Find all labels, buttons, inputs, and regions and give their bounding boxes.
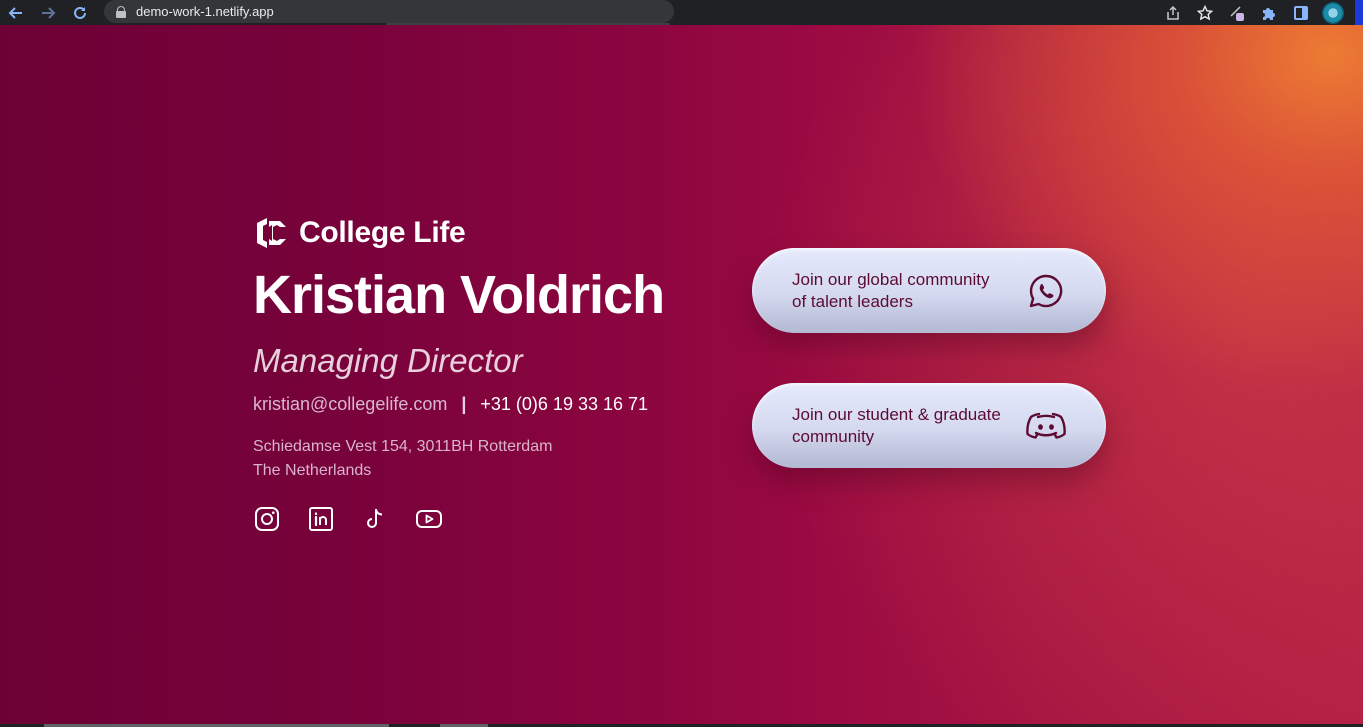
separator: | xyxy=(461,393,467,414)
discord-community-button[interactable]: Join our student & graduate community xyxy=(752,383,1106,468)
linkedin-icon[interactable] xyxy=(307,505,335,533)
contact-row: kristian@collegelife.com | +31 (0)6 19 3… xyxy=(253,391,713,417)
job-title: Managing Director xyxy=(253,342,523,379)
forward-arrow-icon[interactable] xyxy=(32,0,64,25)
address-line-1: Schiedamse Vest 154, 3011BH Rotterdam xyxy=(253,438,553,455)
profile-avatar[interactable] xyxy=(1317,0,1349,25)
address-bar[interactable]: demo-work-1.netlify.app xyxy=(104,0,674,23)
cta-label: Join our student & graduate community xyxy=(792,404,1001,446)
person-name: Kristian Voldrich xyxy=(253,265,665,325)
instagram-icon[interactable] xyxy=(253,505,281,533)
extension-badge-icon[interactable] xyxy=(1221,0,1253,25)
puzzle-icon[interactable] xyxy=(1253,0,1285,25)
college-life-logo-icon xyxy=(257,218,286,248)
discord-icon xyxy=(1026,406,1066,446)
signature-page: College Life Kristian Voldrich Managing … xyxy=(0,25,1363,727)
whatsapp-community-button[interactable]: Join our global community of talent lead… xyxy=(752,248,1106,333)
tiktok-icon[interactable] xyxy=(361,505,389,533)
address-line-2: The Netherlands xyxy=(253,462,372,479)
brand-logo: College Life xyxy=(253,215,713,251)
share-icon[interactable] xyxy=(1157,0,1189,25)
social-links xyxy=(253,505,713,533)
address: Schiedamse Vest 154, 3011BH Rotterdam Th… xyxy=(253,435,713,483)
phone-link[interactable]: +31 (0)6 19 33 16 71 xyxy=(480,394,648,415)
whatsapp-icon xyxy=(1026,271,1066,311)
lock-icon xyxy=(116,5,126,18)
contact-card: College Life Kristian Voldrich Managing … xyxy=(253,215,713,533)
browser-toolbar: demo-work-1.netlify.app xyxy=(0,0,1363,26)
browser-tool-icons xyxy=(1157,0,1363,25)
youtube-icon[interactable] xyxy=(415,505,443,533)
star-icon[interactable] xyxy=(1189,0,1221,25)
back-arrow-icon[interactable] xyxy=(0,0,32,25)
window-edge xyxy=(1355,0,1363,25)
reload-icon[interactable] xyxy=(64,0,96,25)
email-link[interactable]: kristian@collegelife.com xyxy=(253,394,447,415)
sidebar-icon[interactable] xyxy=(1285,0,1317,25)
brand-name: College Life xyxy=(299,216,466,249)
url-text: demo-work-1.netlify.app xyxy=(136,4,274,19)
cta-label: Join our global community of talent lead… xyxy=(792,269,990,311)
